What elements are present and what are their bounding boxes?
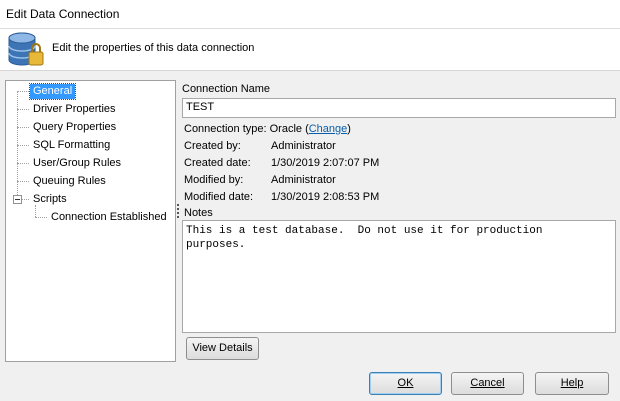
connection-type-text: Connection type: Oracle (Change) (184, 123, 351, 135)
connection-type-close: ) (347, 123, 351, 135)
database-lock-icon (8, 32, 44, 66)
modified-date-value: 1/30/2019 2:08:53 PM (271, 191, 380, 203)
created-by-value: Administrator (271, 140, 336, 152)
cancel-button-label: Cancel (470, 377, 505, 389)
connection-name-value: TEST (186, 101, 215, 113)
help-button-label: Help (560, 377, 584, 389)
connection-name-input[interactable]: TEST (182, 98, 616, 118)
tree-item-general[interactable]: General (28, 83, 77, 100)
created-date-label: Created date: (184, 157, 251, 169)
notes-label: Notes (184, 207, 213, 219)
modified-by-label: Modified by: (184, 174, 244, 186)
tree-item-scripts[interactable]: Scripts (30, 192, 70, 207)
tree-item-sql-formatting[interactable]: SQL Formatting (30, 138, 113, 153)
cancel-button[interactable]: Cancel (451, 372, 524, 395)
modified-by-value: Administrator (271, 174, 336, 186)
view-details-button[interactable]: View Details (186, 337, 259, 360)
window-title: Edit Data Connection (6, 7, 120, 21)
tree-item-driver-properties[interactable]: Driver Properties (30, 102, 119, 117)
help-button[interactable]: Help (535, 372, 609, 395)
modified-date-label: Modified date: (184, 191, 254, 203)
collapse-toggle-icon[interactable] (13, 195, 22, 204)
change-connection-type-link[interactable]: Change (309, 123, 348, 135)
connection-type-label: Connection type: Oracle ( (184, 123, 309, 135)
connection-name-label: Connection Name (182, 83, 271, 95)
created-date-value: 1/30/2019 2:07:07 PM (271, 157, 380, 169)
dialog-header: Edit the properties of this data connect… (0, 29, 620, 71)
settings-tree[interactable]: General Driver Properties Query Properti… (5, 80, 176, 362)
splitter-handle[interactable] (177, 204, 179, 218)
tree-item-user-group-rules[interactable]: User/Group Rules (30, 156, 124, 171)
created-by-label: Created by: (184, 140, 241, 152)
tree-item-queuing-rules[interactable]: Queuing Rules (30, 174, 109, 189)
tree-item-connection-established[interactable]: Connection Established (48, 210, 170, 225)
title-bar: Edit Data Connection (0, 0, 620, 29)
ok-button[interactable]: OK (369, 372, 442, 395)
tree-item-query-properties[interactable]: Query Properties (30, 120, 119, 135)
header-description: Edit the properties of this data connect… (52, 42, 255, 54)
notes-textarea[interactable]: This is a test database. Do not use it f… (182, 220, 616, 333)
ok-button-label: OK (397, 377, 414, 389)
